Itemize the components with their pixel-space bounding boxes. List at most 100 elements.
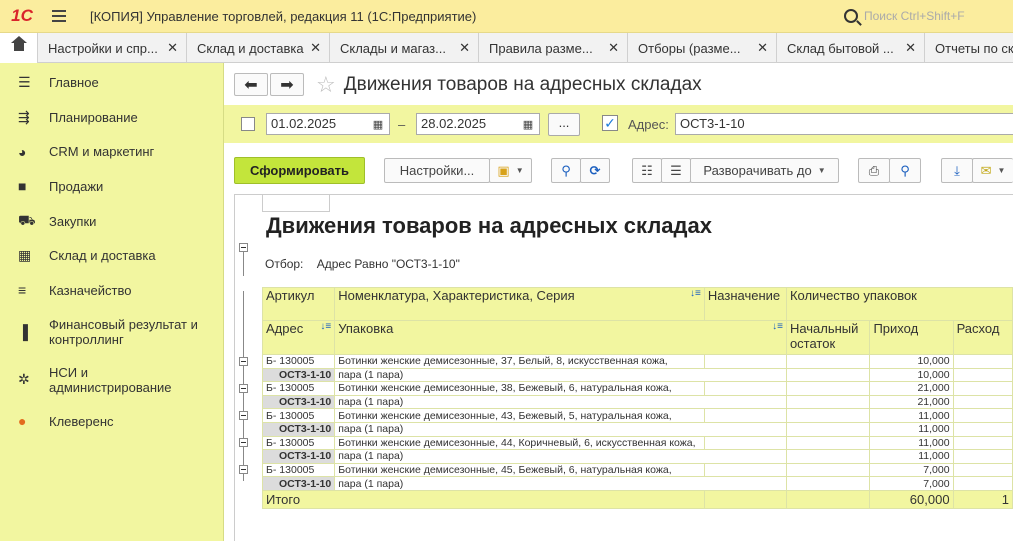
close-icon[interactable]: ✕ [757,40,768,56]
table-row[interactable]: ОСТ3-1-10 пара (1 пара) 11,000 [261,421,1013,437]
table-row[interactable]: Б- 130005 Ботинки женские демисезонные, … [261,354,1013,369]
cell-package[interactable]: пара (1 пара) [334,367,787,383]
table-row[interactable]: ОСТ3-1-10 пара (1 пара) 7,000 [261,476,1013,491]
tab-appliance-warehouse[interactable]: Склад бытовой ... ✕ [777,33,925,63]
table-row[interactable]: Б- 130005 Ботинки женские демисезонные, … [261,435,1013,451]
collapse-groups-button[interactable]: ☰ [661,158,691,183]
address-checkbox[interactable]: ✓ [602,115,618,131]
cell-package[interactable]: пара (1 пара) [334,449,787,464]
settings-button[interactable]: Настройки... [384,158,490,183]
cell-article[interactable]: Б- 130005 [261,408,336,423]
cell-purpose[interactable] [703,435,787,451]
sidebar-item-admin[interactable]: ✲ НСИ и администрирование [0,356,223,404]
col-header-purpose[interactable]: Назначение [703,287,787,321]
expand-groups-button[interactable]: ☷ [632,158,662,183]
cell-name[interactable]: Ботинки женские демисезонные, 38, Бежевы… [334,381,705,396]
cell-package[interactable]: пара (1 пара) [334,394,787,410]
sidebar-item-sales[interactable]: ■ Продажи [0,169,223,204]
cell-name[interactable]: Ботинки женские демисезонные, 37, Белый,… [334,354,705,369]
table-row[interactable]: ОСТ3-1-10 пара (1 пара) 10,000 [261,367,1013,383]
cell-address[interactable]: ОСТ3-1-10 [261,476,336,491]
tab-warehouses-stores[interactable]: Склады и магаз... ✕ [330,33,479,63]
search-icon[interactable] [844,9,858,23]
cell-opening[interactable] [785,421,871,437]
calendar-icon[interactable]: ▦ [519,115,537,133]
cell-opening[interactable] [785,462,871,478]
calendar-icon[interactable]: ▦ [369,115,387,133]
table-row[interactable]: Б- 130005 Ботинки женские демисезонные, … [261,381,1013,396]
cell-name[interactable]: Ботинки женские демисезонные, 45, Бежевы… [334,462,705,478]
tab-placement-rules[interactable]: Правила разме... ✕ [479,33,628,63]
sidebar-item-treasury[interactable]: ≡ Казначейство [0,273,223,308]
cell-expense[interactable] [952,408,1013,423]
sidebar-item-cleverence[interactable]: ● Клеверенс [0,404,223,439]
total-row[interactable]: Итого 60,000 1 [262,489,1013,509]
generate-button[interactable]: Сформировать [234,157,365,184]
col-header-package[interactable]: Упаковка ↓≡ [334,320,787,355]
1c-logo[interactable]: 1С [0,0,44,33]
cell-package[interactable]: пара (1 пара) [334,476,787,491]
collapse-group-icon[interactable] [239,243,248,252]
preview-button[interactable]: ⚲ [889,158,921,183]
col-header-income[interactable]: Приход [869,320,954,355]
cell-article[interactable]: Б- 130005 [261,381,336,396]
col-header-opening[interactable]: Начальный остаток [785,320,871,355]
total-expense[interactable]: 1 [952,489,1013,509]
cell-address[interactable]: ОСТ3-1-10 [261,394,336,410]
total-income[interactable]: 60,000 [869,489,954,509]
send-email-button[interactable]: ✉ ▼ [972,158,1013,183]
cell-income[interactable]: 21,000 [869,394,954,410]
sidebar-item-purchases[interactable]: ⛟ Закупки [0,204,223,239]
table-row[interactable]: Б- 130005 Ботинки женские демисезонные, … [261,462,1013,478]
cell-expense[interactable] [952,394,1013,410]
cell-opening[interactable] [785,408,871,423]
cell-purpose[interactable] [703,381,787,396]
table-row[interactable]: Б- 130005 Ботинки женские демисезонные, … [261,408,1013,423]
close-icon[interactable]: ✕ [459,40,470,56]
cell-opening[interactable] [785,367,871,383]
global-search[interactable]: Поиск Ctrl+Shift+F [842,5,1013,27]
variants-button[interactable]: ▣ ▼ [489,158,532,183]
sidebar-item-crm[interactable]: ◕ CRM и маркетинг [0,134,223,169]
cell-income[interactable]: 21,000 [869,381,954,396]
sidebar-item-warehouse[interactable]: ▦ Склад и доставка [0,238,223,273]
cell-opening[interactable] [785,381,871,396]
cell-income[interactable]: 10,000 [869,354,954,369]
cell-opening[interactable] [785,435,871,451]
cell-opening[interactable] [785,476,871,491]
cell-opening[interactable] [785,354,871,369]
cell-income[interactable]: 7,000 [869,476,954,491]
close-icon[interactable]: ✕ [310,40,321,56]
expand-to-button[interactable]: Разворачивать до ▼ [690,158,839,183]
find-button[interactable]: ⚲ [551,158,581,183]
close-icon[interactable]: ✕ [608,40,619,56]
address-field[interactable]: ОСТ3-1-10 [675,113,1013,135]
cell-expense[interactable] [952,449,1013,464]
cell-income[interactable]: 11,000 [869,421,954,437]
col-header-qty[interactable]: Количество упаковок [785,287,1013,321]
cell-address[interactable]: ОСТ3-1-10 [261,421,336,437]
cell-name[interactable]: Ботинки женские демисезонные, 43, Бежевы… [334,408,705,423]
period-select-button[interactable]: ... [548,113,580,136]
search-placeholder[interactable]: Поиск Ctrl+Shift+F [864,9,965,23]
col-header-expense[interactable]: Расход [952,320,1013,355]
back-button[interactable]: ⬅ [234,73,268,96]
collapse-group-icon[interactable] [239,465,248,474]
tab-filters-placement[interactable]: Отборы (разме... ✕ [628,33,777,63]
table-row[interactable]: ОСТ3-1-10 пара (1 пара) 11,000 [261,449,1013,464]
collapse-group-icon[interactable] [239,384,248,393]
collapse-group-icon[interactable] [239,438,248,447]
cell-name[interactable]: Ботинки женские демисезонные, 44, Коричн… [334,435,705,451]
cell-expense[interactable] [952,381,1013,396]
cell-opening[interactable] [785,489,871,509]
cell-purpose[interactable] [703,462,787,478]
cell-expense[interactable] [952,367,1013,383]
cell-opening[interactable] [785,394,871,410]
cell-article[interactable]: Б- 130005 [261,435,336,451]
collapse-group-icon[interactable] [239,411,248,420]
find-next-button[interactable]: ⟳ [580,158,610,183]
home-tab[interactable] [0,33,38,63]
cell-income[interactable]: 11,000 [869,408,954,423]
report-document[interactable]: Движения товаров на адресных складах Отб… [234,194,1013,541]
cell-opening[interactable] [785,449,871,464]
